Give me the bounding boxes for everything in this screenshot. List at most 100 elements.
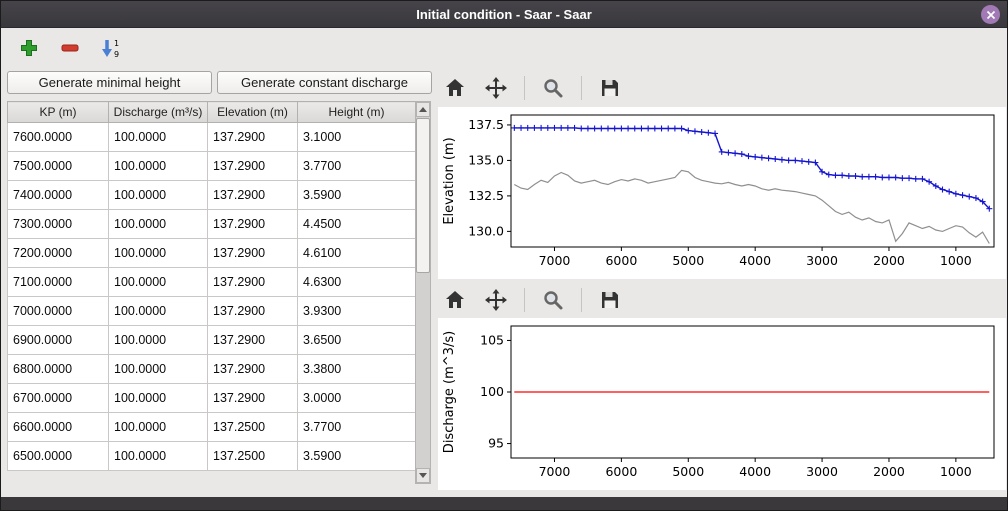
svg-text:3000: 3000 bbox=[806, 464, 838, 479]
svg-text:5000: 5000 bbox=[672, 253, 704, 268]
titlebar[interactable]: Initial condition - Saar - Saar bbox=[1, 1, 1007, 28]
table-cell[interactable]: 3.9300 bbox=[298, 297, 416, 326]
table-cell[interactable]: 137.2900 bbox=[208, 384, 298, 413]
table-cell[interactable]: 7100.0000 bbox=[8, 268, 109, 297]
table-cell[interactable]: 6700.0000 bbox=[8, 384, 109, 413]
table-cell[interactable]: 3.7700 bbox=[298, 152, 416, 181]
close-button[interactable] bbox=[981, 5, 1000, 24]
svg-text:1: 1 bbox=[114, 39, 119, 48]
table-cell[interactable]: 4.6300 bbox=[298, 268, 416, 297]
toolbar-separator bbox=[581, 288, 582, 312]
table-header-row: KP (m)Discharge (m³/s)Elevation (m)Heigh… bbox=[8, 102, 416, 123]
discharge-plot[interactable]: 700060005000400030002000100010510095Disc… bbox=[438, 318, 1006, 490]
column-header[interactable]: Height (m) bbox=[298, 102, 416, 123]
table-cell[interactable]: 100.0000 bbox=[109, 326, 208, 355]
table-cell[interactable]: 137.2900 bbox=[208, 181, 298, 210]
table-cell[interactable]: 137.2900 bbox=[208, 239, 298, 268]
elevation-plot[interactable]: 7000600050004000300020001000137.5135.013… bbox=[438, 107, 1006, 279]
svg-text:95: 95 bbox=[488, 436, 504, 451]
home-button[interactable] bbox=[442, 287, 468, 313]
elevation-plot-toolbar bbox=[442, 73, 623, 103]
main-toolbar: 1 9 bbox=[1, 29, 1007, 67]
scrollbar-down-button[interactable] bbox=[416, 468, 430, 483]
initial-condition-table: KP (m)Discharge (m³/s)Elevation (m)Heigh… bbox=[7, 101, 416, 471]
pan-button[interactable] bbox=[483, 75, 509, 101]
table-cell[interactable]: 3.5900 bbox=[298, 181, 416, 210]
table-row: 6700.0000100.0000137.29003.0000 bbox=[8, 384, 416, 413]
table-cell[interactable]: 3.6500 bbox=[298, 326, 416, 355]
scrollbar-up-button[interactable] bbox=[416, 102, 430, 117]
svg-text:137.5: 137.5 bbox=[468, 117, 504, 132]
table-cell[interactable]: 137.2900 bbox=[208, 355, 298, 384]
table-cell[interactable]: 3.7700 bbox=[298, 413, 416, 442]
table-cell[interactable]: 3.1000 bbox=[298, 123, 416, 152]
table-cell[interactable]: 137.2900 bbox=[208, 210, 298, 239]
table-cell[interactable]: 6900.0000 bbox=[8, 326, 109, 355]
table-row: 7600.0000100.0000137.29003.1000 bbox=[8, 123, 416, 152]
table-cell[interactable]: 100.0000 bbox=[109, 239, 208, 268]
svg-text:4000: 4000 bbox=[739, 464, 771, 479]
svg-text:1000: 1000 bbox=[940, 464, 972, 479]
table-cell[interactable]: 6800.0000 bbox=[8, 355, 109, 384]
table-cell[interactable]: 4.6100 bbox=[298, 239, 416, 268]
table-cell[interactable]: 100.0000 bbox=[109, 384, 208, 413]
table-cell[interactable]: 7600.0000 bbox=[8, 123, 109, 152]
close-icon bbox=[986, 10, 996, 20]
column-header[interactable]: Elevation (m) bbox=[208, 102, 298, 123]
table-row: 7500.0000100.0000137.29003.7700 bbox=[8, 152, 416, 181]
table-cell[interactable]: 137.2900 bbox=[208, 326, 298, 355]
add-row-button[interactable] bbox=[16, 35, 42, 61]
svg-text:Discharge (m^3/s): Discharge (m^3/s) bbox=[442, 331, 457, 453]
table-cell[interactable]: 137.2900 bbox=[208, 297, 298, 326]
table-cell[interactable]: 3.3800 bbox=[298, 355, 416, 384]
home-icon bbox=[444, 289, 466, 311]
table-area: KP (m)Discharge (m³/s)Elevation (m)Heigh… bbox=[7, 101, 415, 471]
column-header[interactable]: Discharge (m³/s) bbox=[109, 102, 208, 123]
table-cell[interactable]: 7200.0000 bbox=[8, 239, 109, 268]
table-cell[interactable]: 137.2500 bbox=[208, 442, 298, 471]
table-cell[interactable]: 137.2900 bbox=[208, 268, 298, 297]
table-row: 7400.0000100.0000137.29003.5900 bbox=[8, 181, 416, 210]
save-button[interactable] bbox=[597, 75, 623, 101]
table-cell[interactable]: 3.0000 bbox=[298, 384, 416, 413]
table-cell[interactable]: 3.5900 bbox=[298, 442, 416, 471]
svg-text:5000: 5000 bbox=[672, 464, 704, 479]
table-cell[interactable]: 7400.0000 bbox=[8, 181, 109, 210]
table-cell[interactable]: 100.0000 bbox=[109, 152, 208, 181]
svg-text:7000: 7000 bbox=[539, 253, 571, 268]
sort-rows-button[interactable]: 1 9 bbox=[98, 35, 124, 61]
generate-constant-discharge-button[interactable]: Generate constant discharge bbox=[217, 71, 432, 94]
table-cell[interactable]: 100.0000 bbox=[109, 210, 208, 239]
table-cell[interactable]: 137.2900 bbox=[208, 152, 298, 181]
table-cell[interactable]: 100.0000 bbox=[109, 268, 208, 297]
column-header[interactable]: KP (m) bbox=[8, 102, 109, 123]
table-cell[interactable]: 100.0000 bbox=[109, 297, 208, 326]
table-cell[interactable]: 7500.0000 bbox=[8, 152, 109, 181]
table-cell[interactable]: 100.0000 bbox=[109, 355, 208, 384]
scrollbar-thumb[interactable] bbox=[416, 118, 430, 273]
generate-minimal-height-button[interactable]: Generate minimal height bbox=[7, 71, 212, 94]
sort-1-9-icon: 1 9 bbox=[99, 37, 123, 59]
table-cell[interactable]: 4.4500 bbox=[298, 210, 416, 239]
table-cell[interactable]: 100.0000 bbox=[109, 442, 208, 471]
table-cell[interactable]: 100.0000 bbox=[109, 181, 208, 210]
zoom-button[interactable] bbox=[540, 75, 566, 101]
table-cell[interactable]: 100.0000 bbox=[109, 123, 208, 152]
save-button[interactable] bbox=[597, 287, 623, 313]
floppy-icon bbox=[600, 78, 620, 98]
table-scrollbar[interactable] bbox=[415, 101, 431, 484]
table-cell[interactable]: 7000.0000 bbox=[8, 297, 109, 326]
remove-row-button[interactable] bbox=[57, 35, 83, 61]
table-cell[interactable]: 6600.0000 bbox=[8, 413, 109, 442]
table-cell[interactable]: 100.0000 bbox=[109, 413, 208, 442]
table-cell[interactable]: 137.2500 bbox=[208, 413, 298, 442]
svg-text:1000: 1000 bbox=[940, 253, 972, 268]
pan-button[interactable] bbox=[483, 287, 509, 313]
zoom-button[interactable] bbox=[540, 287, 566, 313]
table-row: 6500.0000100.0000137.25003.5900 bbox=[8, 442, 416, 471]
table-cell[interactable]: 6500.0000 bbox=[8, 442, 109, 471]
table-cell[interactable]: 7300.0000 bbox=[8, 210, 109, 239]
home-button[interactable] bbox=[442, 75, 468, 101]
svg-text:135.0: 135.0 bbox=[468, 152, 504, 167]
table-cell[interactable]: 137.2900 bbox=[208, 123, 298, 152]
